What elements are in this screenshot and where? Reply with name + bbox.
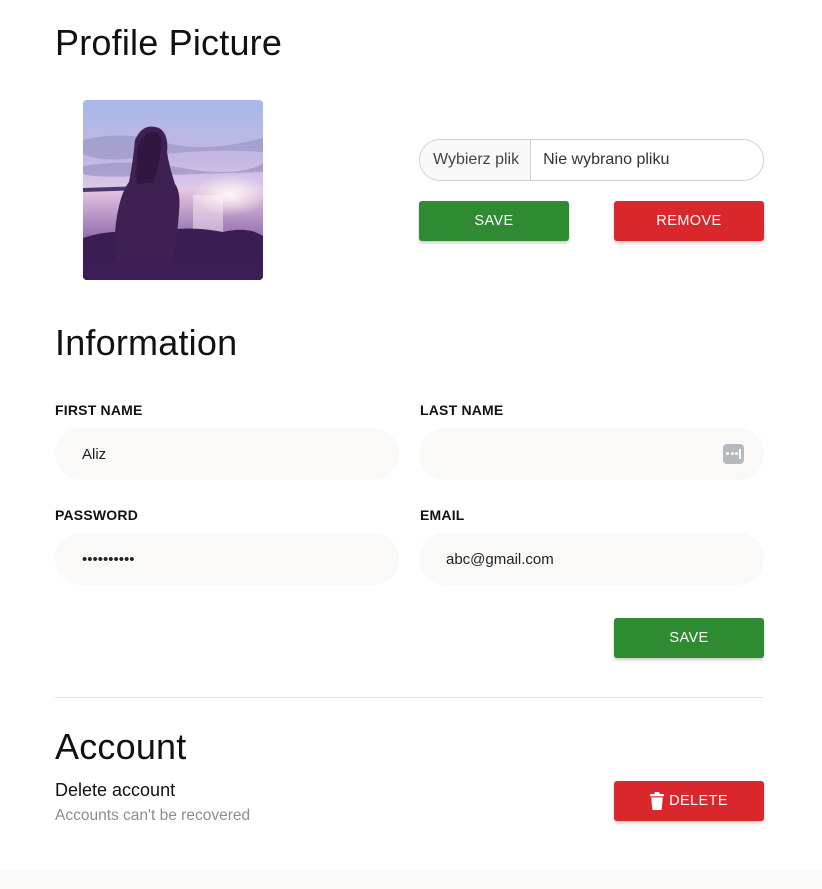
email-label: EMAIL [420,507,465,523]
delete-account-button[interactable]: DELETE [614,781,764,821]
email-field[interactable] [419,533,764,585]
remove-picture-button[interactable]: REMOVE [614,201,764,241]
file-status-text: Nie wybrano pliku [543,151,670,168]
first-name-label: FIRST NAME [55,402,143,418]
email-input[interactable] [419,533,764,585]
delete-account-title: Delete account [55,780,176,800]
first-name-field[interactable] [55,428,399,480]
password-field[interactable] [55,533,399,585]
profile-avatar-image [83,100,263,280]
password-label: PASSWORD [55,507,139,523]
save-information-button[interactable]: SAVE [614,618,764,658]
profile-picture-file-input[interactable]: Wybierz plik Nie wybrano pliku [419,139,764,181]
first-name-input[interactable] [55,428,399,480]
section-divider [55,697,764,698]
delete-account-subtitle: Accounts can't be recovered [55,807,251,824]
delete-button-label: DELETE [669,793,728,809]
last-name-label: LAST NAME [420,402,504,418]
save-picture-button[interactable]: SAVE [419,201,569,241]
last-name-input[interactable] [419,428,764,480]
trash-icon [650,792,665,810]
password-input[interactable] [55,533,399,585]
password-manager-icon[interactable] [723,444,744,464]
last-name-field[interactable] [419,428,764,480]
page-footer [0,871,822,889]
profile-picture-heading: Profile Picture [55,22,283,63]
account-heading: Account [55,726,187,767]
choose-file-button[interactable]: Wybierz plik [420,140,532,180]
information-heading: Information [55,322,238,363]
